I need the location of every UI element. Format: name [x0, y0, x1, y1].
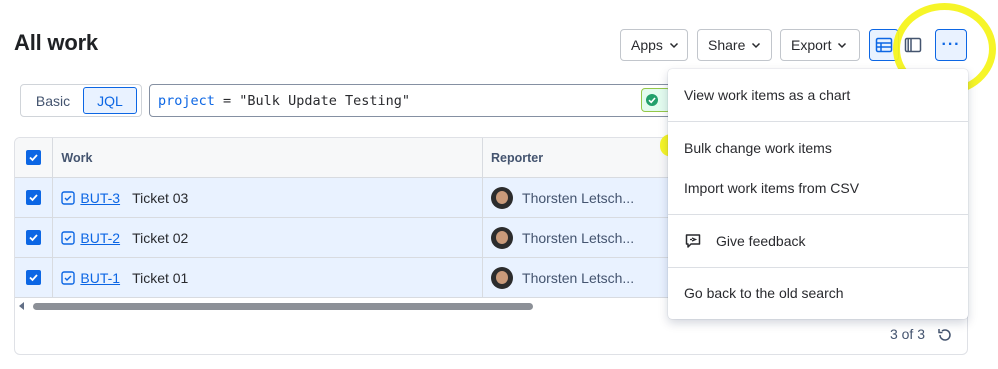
check-icon	[29, 154, 38, 162]
reporter-name: Thorsten Letsch...	[522, 229, 635, 246]
check-icon	[29, 234, 38, 242]
scroll-left-arrow-icon[interactable]	[19, 302, 24, 310]
scrollbar-thumb[interactable]	[33, 303, 533, 310]
reporter-name: Thorsten Letsch...	[522, 189, 635, 206]
detail-view-icon	[904, 37, 922, 53]
horizontal-scrollbar[interactable]	[15, 298, 675, 314]
export-label: Export	[791, 37, 832, 53]
menu-divider	[668, 121, 968, 122]
share-button[interactable]: Share	[697, 29, 772, 61]
table-header-row: Work Reporter	[15, 138, 675, 178]
avatar	[491, 266, 514, 289]
jql-field: project	[158, 92, 215, 109]
give-feedback-label: Give feedback	[716, 233, 806, 249]
chevron-down-icon	[669, 42, 678, 49]
menu-item-import-csv[interactable]: Import work items from CSV	[668, 168, 968, 208]
task-icon	[61, 190, 76, 205]
table-row[interactable]: BUT-1 Ticket 01 Thorsten Letsch...	[15, 258, 675, 298]
basic-mode-button[interactable]: Basic	[23, 87, 83, 114]
menu-item-give-feedback[interactable]: Give feedback	[668, 221, 968, 261]
more-actions-button[interactable]: ···	[935, 29, 967, 61]
refresh-icon[interactable]	[937, 327, 953, 343]
work-item-summary: Ticket 02	[132, 229, 189, 246]
column-header-reporter[interactable]: Reporter	[483, 138, 675, 177]
row-checkbox[interactable]	[26, 270, 42, 285]
share-label: Share	[708, 37, 746, 53]
apps-button[interactable]: Apps	[620, 29, 688, 61]
menu-item-old-search[interactable]: Go back to the old search	[668, 273, 968, 313]
work-item-key[interactable]: BUT-2	[80, 230, 120, 246]
page-title: All work	[14, 30, 98, 55]
menu-item-view-chart[interactable]: View work items as a chart	[668, 75, 968, 115]
table-row[interactable]: BUT-3 Ticket 03 Thorsten Letsch...	[15, 178, 675, 218]
menu-divider	[668, 267, 968, 268]
work-item-key[interactable]: BUT-3	[80, 190, 120, 206]
work-item-key[interactable]: BUT-1	[80, 270, 120, 286]
avatar	[491, 186, 514, 209]
feedback-icon	[685, 234, 701, 248]
jql-operator: =	[214, 92, 240, 109]
table-row[interactable]: BUT-2 Ticket 02 Thorsten Letsch...	[15, 218, 675, 258]
check-icon	[29, 274, 38, 282]
jql-valid-icon	[641, 88, 671, 112]
search-mode-toggle: Basic JQL	[20, 84, 142, 117]
results-table: Work Reporter BUT-3 Ticket 03 Thorsten L…	[15, 138, 675, 298]
list-view-icon	[875, 37, 893, 53]
menu-item-bulk-change[interactable]: Bulk change work items	[668, 128, 968, 168]
jql-value: "Bulk Update Testing"	[239, 92, 410, 109]
row-checkbox[interactable]	[26, 230, 42, 245]
avatar	[491, 226, 514, 249]
chevron-down-icon	[838, 42, 847, 49]
reporter-name: Thorsten Letsch...	[522, 269, 635, 286]
jql-input[interactable]: project = "Bulk Update Testing"	[149, 84, 679, 117]
task-icon	[61, 270, 76, 285]
menu-divider	[668, 214, 968, 215]
work-item-summary: Ticket 01	[132, 269, 189, 286]
more-icon: ···	[941, 36, 961, 53]
export-button[interactable]: Export	[780, 29, 860, 61]
work-item-summary: Ticket 03	[132, 189, 189, 206]
select-all-checkbox[interactable]	[26, 150, 42, 165]
task-icon	[61, 230, 76, 245]
check-icon	[29, 194, 38, 202]
row-checkbox[interactable]	[26, 190, 42, 205]
list-view-button[interactable]	[869, 29, 899, 61]
column-header-work[interactable]: Work	[53, 138, 484, 177]
more-actions-menu: View work items as a chart Bulk change w…	[668, 69, 968, 319]
apps-label: Apps	[631, 37, 663, 53]
detail-view-button[interactable]	[898, 29, 928, 61]
chevron-down-icon	[752, 42, 761, 49]
jql-mode-button[interactable]: JQL	[83, 87, 137, 114]
result-count: 3 of 3	[889, 326, 925, 342]
